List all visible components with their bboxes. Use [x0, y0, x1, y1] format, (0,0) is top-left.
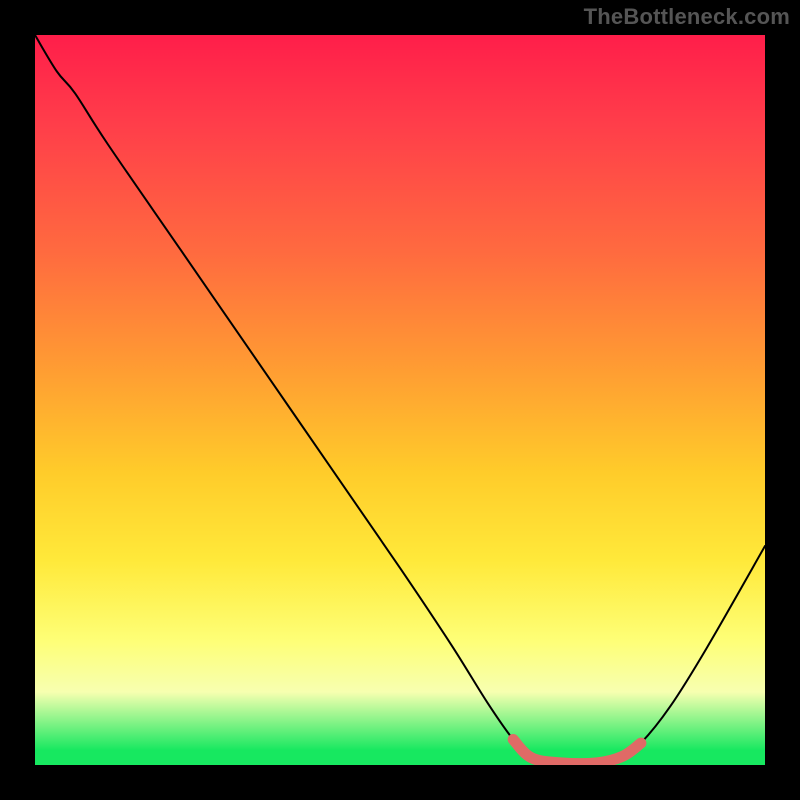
curve-overlay: [35, 35, 765, 765]
plot-area: [35, 35, 765, 765]
watermark-label: TheBottleneck.com: [584, 4, 790, 30]
chart-frame: TheBottleneck.com: [0, 0, 800, 800]
black-curve-path: [35, 35, 765, 764]
red-highlight-path: [513, 739, 641, 763]
